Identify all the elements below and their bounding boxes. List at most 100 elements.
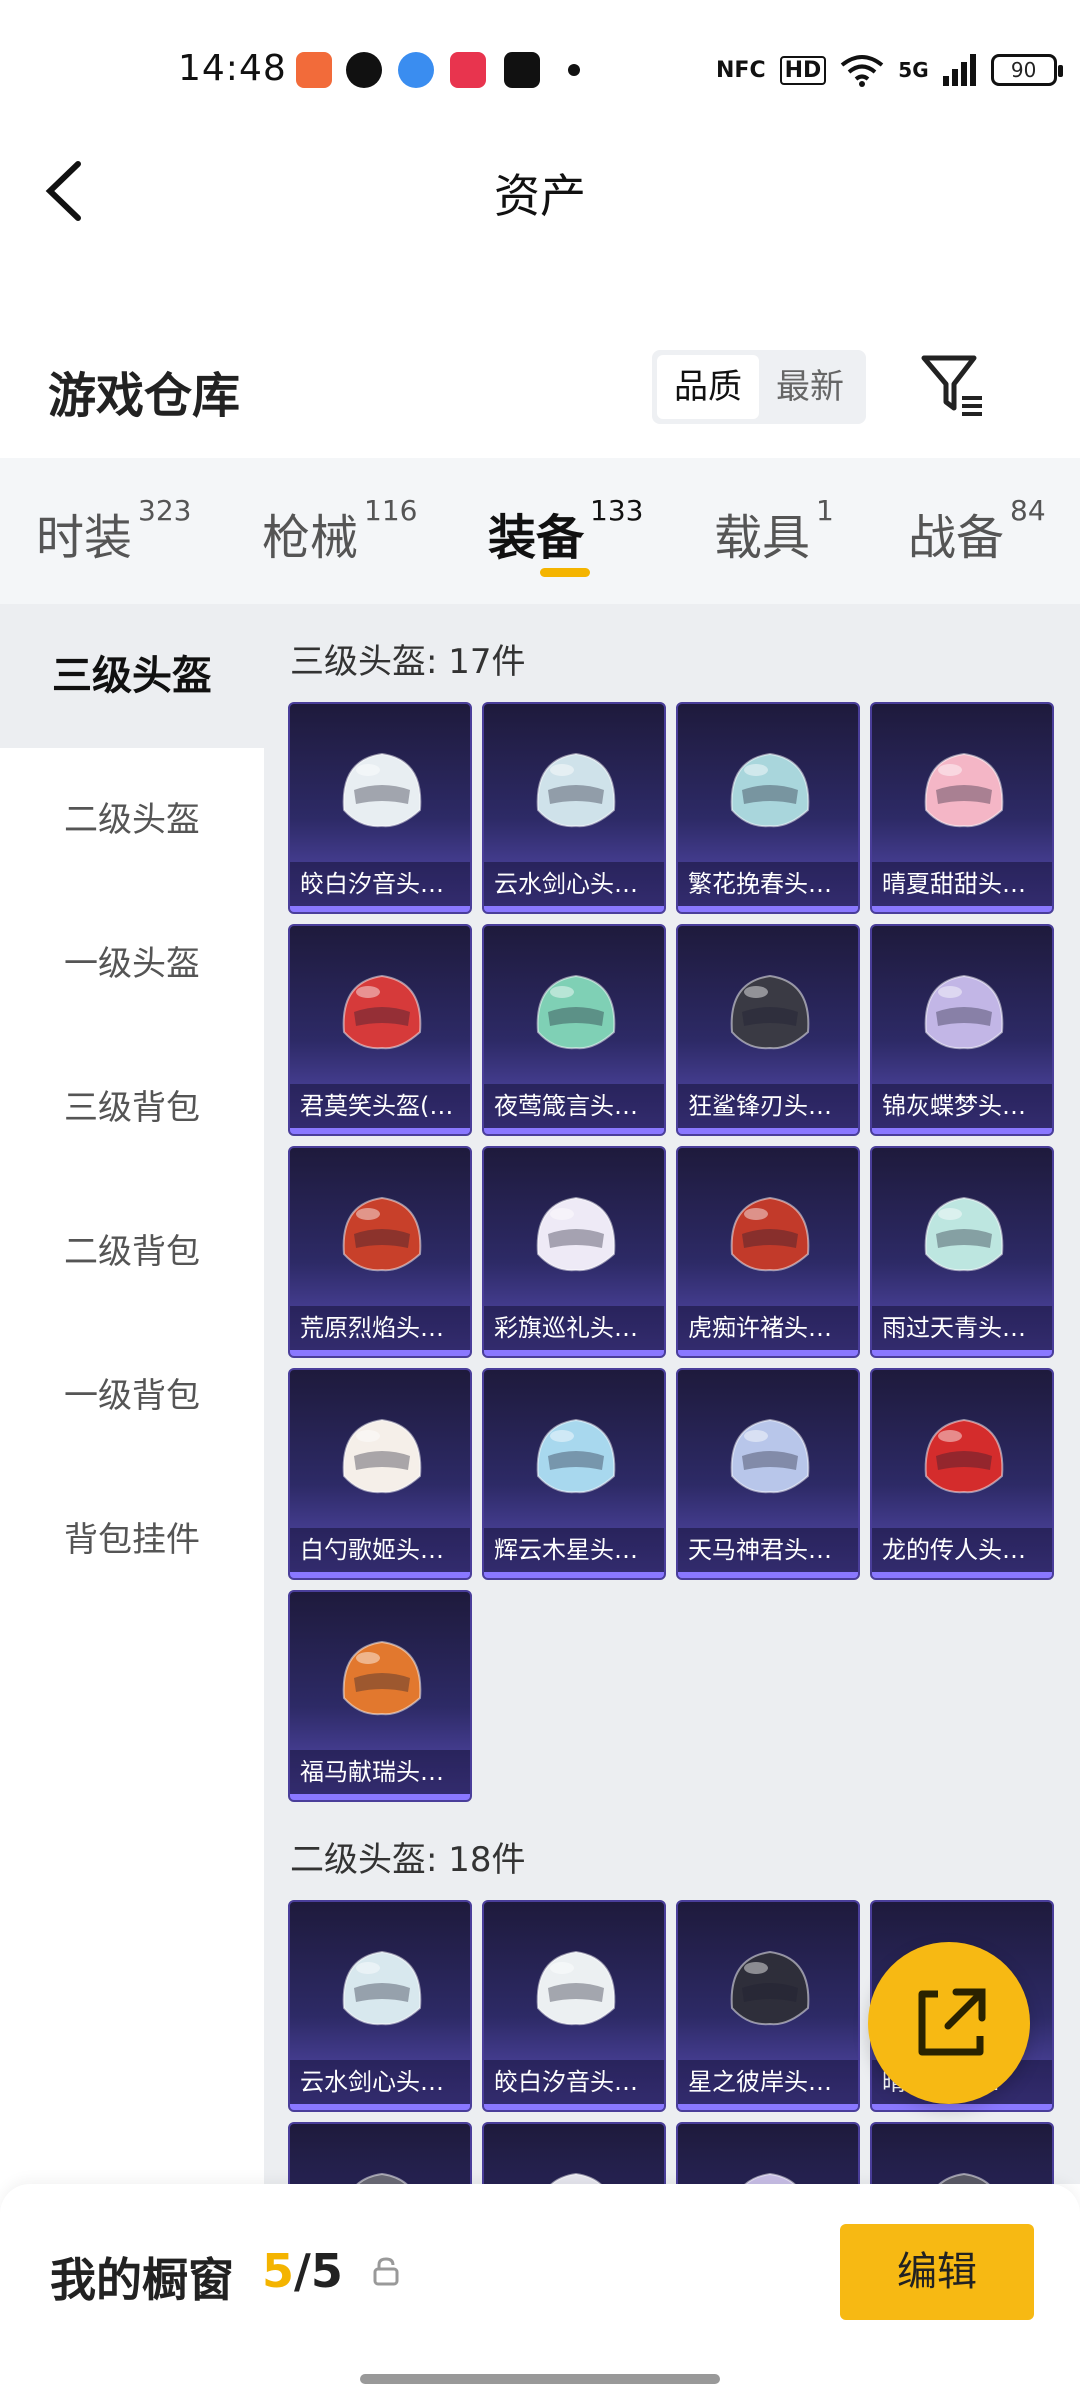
item-card[interactable]: 皎白汐音头盔... <box>288 702 472 914</box>
helmet-icon <box>730 752 810 828</box>
helmet-icon <box>356 2172 408 2184</box>
wifi-icon <box>841 55 884 87</box>
item-card[interactable]: 福马献瑞头盔... <box>288 1590 472 1802</box>
battery-indicator: 90 <box>990 54 1063 86</box>
tab-fashion[interactable]: 时装 323 <box>36 494 191 568</box>
music-icon <box>450 52 486 88</box>
5g-icon: 5G <box>898 58 929 82</box>
item-card[interactable]: 繁花挽春头盔... <box>676 702 860 914</box>
item-card[interactable]: 彩旗巡礼头盔... <box>482 1146 666 1358</box>
status-time: 14:48 <box>178 48 287 89</box>
edit-button[interactable]: 编辑 <box>840 2224 1034 2320</box>
tab-vehicles[interactable]: 载具 1 <box>714 494 834 568</box>
nfc-icon: NFC <box>716 57 766 83</box>
showcase-count: 5/5 <box>262 2244 343 2298</box>
helmet-icon <box>536 1950 616 2026</box>
tab-equipment[interactable]: 装备 133 <box>488 494 643 568</box>
item-card[interactable] <box>288 2122 472 2184</box>
helmet-icon <box>342 974 422 1050</box>
item-card-label: 虎痴许褚头盔... <box>678 1306 858 1350</box>
tab-supplies[interactable]: 战备 84 <box>908 494 1046 568</box>
item-card[interactable]: 锦灰蝶梦头盔... <box>870 924 1054 1136</box>
page-title: 资产 <box>494 169 586 223</box>
item-card-label: 天马神君头盔... <box>678 1528 858 1572</box>
helmet-icon <box>536 1196 616 1272</box>
item-card-label: 白勺歌姬头盔... <box>290 1528 470 1572</box>
active-tab-indicator <box>540 568 590 577</box>
item-card-label: 繁花挽春头盔... <box>678 862 858 906</box>
item-card-label: 夜莺箴言头盔... <box>484 1084 664 1128</box>
item-card-label: 云水剑心头盔... <box>290 2060 470 2104</box>
tab-count: 116 <box>364 494 418 527</box>
item-card[interactable]: 夜莺箴言头盔... <box>482 924 666 1136</box>
item-card-label: 彩旗巡礼头盔... <box>484 1306 664 1350</box>
helmet-icon <box>924 1196 1004 1272</box>
signal-icon <box>942 54 976 86</box>
item-card-label: 君莫笑头盔(3... <box>290 1084 470 1128</box>
sort-toggle: 品质 最新 <box>652 350 866 424</box>
item-card[interactable]: 君莫笑头盔(3... <box>288 924 472 1136</box>
filter-button[interactable] <box>918 350 988 422</box>
tab-count: 323 <box>138 494 192 527</box>
item-card-label: 辉云木星头盔... <box>484 1528 664 1572</box>
showcase-title: 我的橱窗 <box>50 2253 234 2307</box>
helmet-icon <box>550 2172 602 2184</box>
item-card[interactable]: 虎痴许褚头盔... <box>676 1146 860 1358</box>
sort-option-newest[interactable]: 最新 <box>759 355 861 419</box>
sort-option-quality[interactable]: 品质 <box>657 355 759 419</box>
tab-count: 1 <box>816 494 834 527</box>
item-card-label: 狂鲨锋刃头盔... <box>678 1084 858 1128</box>
helmet-icon <box>342 1640 422 1716</box>
sub-item-level3-helmet[interactable]: 三级头盔 <box>0 604 264 748</box>
tab-label: 战备 <box>908 510 1005 566</box>
item-card[interactable]: 荒原烈焰头盔... <box>288 1146 472 1358</box>
section-title-level2-helmet: 二级头盔: 18件 <box>290 1840 526 1880</box>
helmet-icon <box>730 1418 810 1494</box>
item-card[interactable] <box>870 2122 1054 2184</box>
item-card[interactable]: 云水剑心头盔... <box>482 702 666 914</box>
sub-item-backpack-pendant[interactable]: 背包挂件 <box>0 1468 264 1612</box>
item-card[interactable]: 狂鲨锋刃头盔... <box>676 924 860 1136</box>
share-button[interactable] <box>868 1942 1030 2104</box>
browser-icon <box>398 52 434 88</box>
item-card-label: 星之彼岸头盔... <box>678 2060 858 2104</box>
hd-icon: HD <box>779 55 827 85</box>
warehouse-title: 游戏仓库 <box>48 368 241 424</box>
tab-guns[interactable]: 枪械 116 <box>262 494 417 568</box>
category-tabs: 时装 323 枪械 116 装备 133 载具 1 战备 84 <box>0 458 1080 604</box>
sub-item-level1-helmet[interactable]: 一级头盔 <box>0 892 264 1036</box>
status-bar: 14:48 NFC HD 5G 90 <box>0 0 1080 140</box>
item-card-label: 皎白汐音头盔... <box>290 862 470 906</box>
item-card[interactable]: 天马神君头盔... <box>676 1368 860 1580</box>
showcase-count-sep: / <box>294 2244 311 2298</box>
status-indicators: NFC HD 5G 90 <box>716 50 1063 90</box>
helmet-icon <box>730 1950 810 2026</box>
item-card[interactable]: 晴夏甜甜头盔... <box>870 702 1054 914</box>
item-card[interactable]: 辉云木星头盔... <box>482 1368 666 1580</box>
item-card-label: 龙的传人头盔... <box>872 1528 1052 1572</box>
filter-icon <box>921 355 982 416</box>
item-card[interactable]: 云水剑心头盔... <box>288 1900 472 2112</box>
tab-label: 枪械 <box>262 510 359 566</box>
helmet-icon <box>342 1418 422 1494</box>
section-title-level3-helmet: 三级头盔: 17件 <box>290 642 526 682</box>
item-card[interactable] <box>482 2122 666 2184</box>
sub-item-level2-helmet[interactable]: 二级头盔 <box>0 748 264 892</box>
helmet-icon <box>536 752 616 828</box>
notification-dot <box>568 64 580 76</box>
sub-item-level2-backpack[interactable]: 二级背包 <box>0 1180 264 1324</box>
item-card[interactable]: 雨过天青头盔... <box>870 1146 1054 1358</box>
douyin-icon <box>504 52 540 88</box>
item-card[interactable]: 星之彼岸头盔... <box>676 1900 860 2112</box>
helmet-icon <box>536 1418 616 1494</box>
showcase-bar: 我的橱窗 5/5 编辑 <box>0 2184 1080 2400</box>
lock-icon <box>373 2257 399 2286</box>
sub-item-level1-backpack[interactable]: 一级背包 <box>0 1324 264 1468</box>
item-card-label: 锦灰蝶梦头盔... <box>872 1084 1052 1128</box>
item-card[interactable] <box>676 2122 860 2184</box>
helmet-icon <box>730 1196 810 1272</box>
item-card[interactable]: 皎白汐音头盔... <box>482 1900 666 2112</box>
item-card[interactable]: 白勺歌姬头盔... <box>288 1368 472 1580</box>
sub-item-level3-backpack[interactable]: 三级背包 <box>0 1036 264 1180</box>
item-card[interactable]: 龙的传人头盔... <box>870 1368 1054 1580</box>
